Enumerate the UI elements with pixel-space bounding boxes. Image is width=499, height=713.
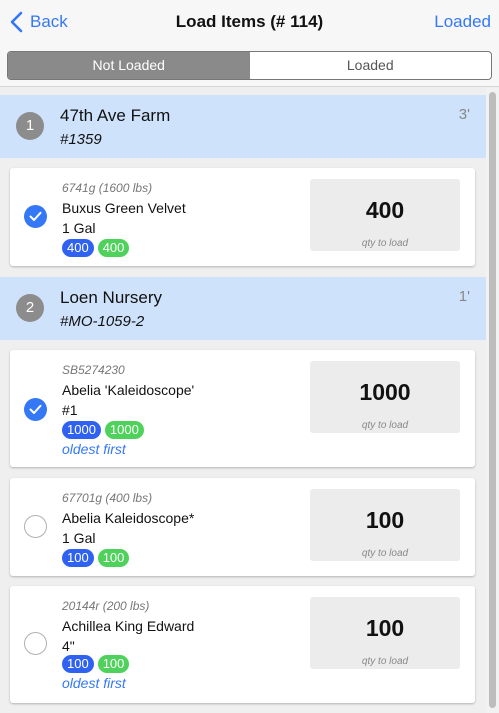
- quantity-badge-green: 1000: [104, 421, 144, 439]
- quantity-badge-green: 100: [97, 655, 130, 673]
- checkmark-icon[interactable]: [24, 398, 47, 421]
- quantity-badge-blue: 100: [62, 655, 94, 673]
- qty-label: qty to load: [361, 656, 409, 667]
- segment-not-loaded[interactable]: Not Loaded: [8, 52, 250, 79]
- segment-bar: Not Loaded Loaded: [0, 44, 499, 87]
- qty-label: qty to load: [361, 420, 409, 431]
- scrollbar-thumb[interactable]: [489, 92, 496, 708]
- item-card[interactable]: SB5274230 Abelia 'Kaleidoscope' #1 1000 …: [10, 350, 475, 467]
- quantity-badge-blue: 400: [62, 239, 94, 257]
- group-name: 47th Ave Farm: [60, 106, 171, 125]
- qty-to-load-box[interactable]: 100 qty to load: [310, 489, 460, 561]
- segment-loaded[interactable]: Loaded: [250, 52, 492, 79]
- group-header[interactable]: 2 Loen Nursery #MO-1059-2 1': [0, 277, 486, 340]
- qty-value: 1000: [359, 379, 411, 405]
- item-card[interactable]: 20144r (200 lbs) Achillea King Edward 4"…: [10, 586, 475, 703]
- item-name: Buxus Green Velvet: [62, 200, 186, 216]
- item-badges: 100 100: [62, 655, 130, 673]
- group-number-badge: 2: [16, 294, 44, 322]
- item-card[interactable]: 67701g (400 lbs) Abelia Kaleidoscope* 1 …: [10, 478, 475, 576]
- segmented-control: Not Loaded Loaded: [7, 51, 492, 80]
- group-code: #MO-1059-2: [60, 313, 145, 330]
- item-size: #1: [62, 402, 78, 418]
- group-number-badge: 1: [16, 112, 44, 140]
- group-distance: 3': [458, 106, 470, 123]
- quantity-badge-blue: 100: [62, 549, 94, 567]
- qty-to-load-box[interactable]: 100 qty to load: [310, 597, 460, 669]
- checkbox-circle-icon[interactable]: [24, 632, 47, 655]
- navigation-bar: Back Load Items (# 114) Loaded: [0, 0, 499, 44]
- group-distance: 1': [458, 288, 470, 305]
- item-name: Abelia Kaleidoscope*: [62, 510, 195, 526]
- quantity-badge-green: 100: [97, 549, 130, 567]
- group-code: #1359: [60, 131, 102, 148]
- quantity-badge-green: 400: [97, 239, 130, 257]
- qty-value: 100: [365, 615, 405, 641]
- oldest-first-link[interactable]: oldest first: [62, 675, 126, 691]
- group-header[interactable]: 1 47th Ave Farm #1359 3': [0, 95, 486, 158]
- item-sku: 20144r (200 lbs): [62, 599, 150, 613]
- qty-label: qty to load: [361, 548, 409, 559]
- page-title: Load Items (# 114): [175, 12, 324, 31]
- group-name: Loen Nursery: [60, 288, 163, 307]
- item-size: 1 Gal: [62, 220, 96, 236]
- item-badges: 100 100: [62, 549, 130, 567]
- checkbox-circle-icon[interactable]: [24, 515, 47, 538]
- quantity-badge-blue: 1000: [62, 421, 101, 439]
- item-card[interactable]: 6741g (1600 lbs) Buxus Green Velvet 1 Ga…: [10, 168, 475, 266]
- item-size: 1 Gal: [62, 530, 96, 546]
- oldest-first-link[interactable]: oldest first: [62, 441, 126, 457]
- loaded-nav-button[interactable]: Loaded: [434, 12, 491, 32]
- qty-label: qty to load: [361, 238, 409, 249]
- qty-value: 400: [365, 197, 405, 223]
- item-name: Abelia 'Kaleidoscope': [62, 382, 195, 398]
- item-name: Achillea King Edward: [62, 618, 195, 634]
- qty-to-load-box[interactable]: 1000 qty to load: [310, 361, 460, 433]
- checkmark-icon[interactable]: [24, 205, 47, 228]
- item-sku: SB5274230: [62, 363, 125, 377]
- qty-to-load-box[interactable]: 400 qty to load: [310, 179, 460, 251]
- item-sku: 67701g (400 lbs): [62, 491, 153, 505]
- item-sku: 6741g (1600 lbs): [62, 181, 153, 195]
- item-badges: 400 400: [62, 239, 130, 257]
- item-size: 4": [62, 638, 75, 654]
- qty-value: 100: [365, 507, 405, 533]
- item-badges: 1000 1000: [62, 421, 144, 439]
